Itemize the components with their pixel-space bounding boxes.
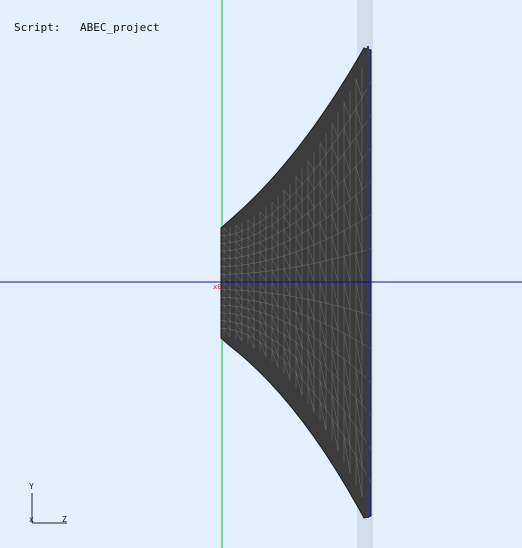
triad-y-label: Y [29,482,34,491]
origin-marker-label: x0 [213,283,222,291]
triad-z-label: Z [62,515,67,524]
triad-x-label: x [29,515,34,524]
3d-viewport[interactable]: Script: ABEC_project x0 Y Z x [0,0,522,548]
scene-canvas[interactable] [0,0,522,548]
